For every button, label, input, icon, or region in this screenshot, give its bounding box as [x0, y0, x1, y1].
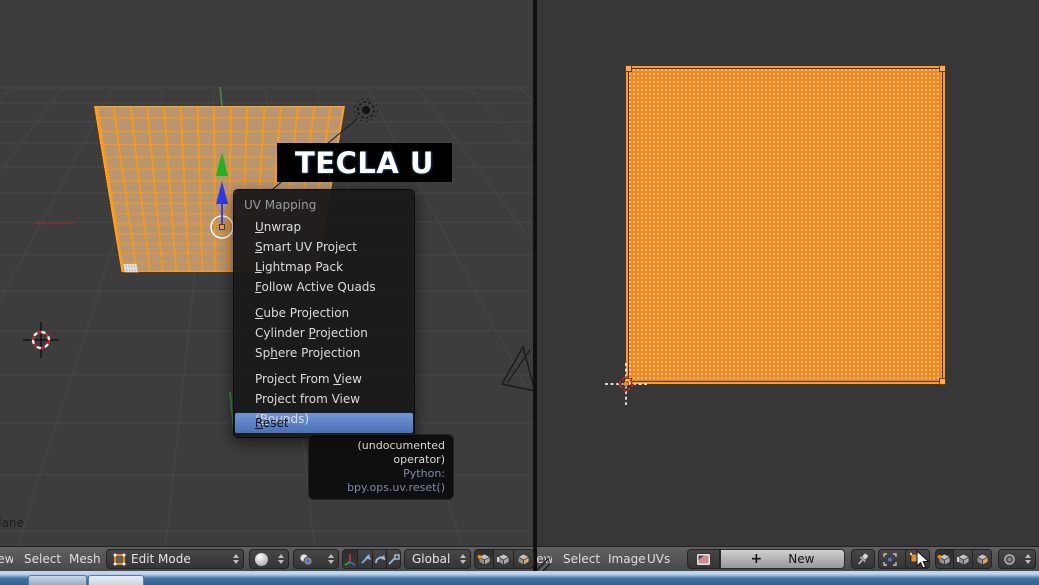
new-image-button[interactable]: + New	[720, 549, 845, 569]
menu-item-cube-projection[interactable]: Cube Projection	[234, 303, 414, 323]
median-point	[220, 225, 225, 230]
edge-select-icon	[956, 552, 971, 566]
translate-icon	[359, 553, 372, 566]
taskbar-window-button[interactable]	[28, 575, 87, 585]
menu-image[interactable]: Image	[608, 547, 646, 572]
uv-overlays	[537, 0, 1039, 546]
sticky-select-icon	[883, 553, 897, 566]
browse-image-button[interactable]	[687, 549, 720, 569]
menu-item-unwrap[interactable]: Unwrap	[234, 217, 414, 237]
vertex-select-icon	[477, 552, 492, 566]
z-arrow-head	[216, 181, 228, 204]
vertex-select-icon	[937, 552, 952, 566]
menu-title: UV Mapping	[234, 195, 414, 217]
pivot-icon	[298, 552, 314, 567]
3d-view-header: View Select Mesh Edit Mode	[0, 546, 533, 571]
viewport-shading-dropdown[interactable]	[249, 549, 289, 569]
face-select-icon	[975, 552, 990, 566]
proportional-edit-icon	[1003, 553, 1016, 566]
tooltip-line2: Python: bpy.ops.uv.reset()	[317, 467, 445, 495]
object-name-label: Plane	[0, 511, 34, 536]
editor-divider[interactable]	[533, 0, 537, 571]
edge-select-icon	[496, 552, 511, 566]
uv-edge-select-button[interactable]	[954, 549, 973, 569]
cursor-2d-icon	[605, 363, 647, 405]
image-icon	[696, 553, 711, 566]
editmode-icon	[112, 552, 127, 567]
y-arrow-head	[216, 152, 228, 176]
3d-viewport[interactable]: TECLA U UV Mapping Unwrap Smart UV Proje…	[0, 0, 533, 546]
os-taskbar	[0, 571, 1039, 585]
menu-item-smart-uv-project[interactable]: Smart UV Project	[234, 237, 414, 257]
edge-select-mode-button[interactable]	[494, 549, 514, 569]
lamp-icon	[355, 99, 378, 122]
mode-label: Edit Mode	[131, 552, 191, 566]
menu-item-lightmap-pack[interactable]: Lightmap Pack	[234, 257, 414, 277]
uv-editor-header: View Select Image UVs + New	[537, 546, 1039, 571]
uv-image-editor[interactable]	[537, 0, 1039, 546]
blender-window: TECLA U UV Mapping Unwrap Smart UV Proje…	[0, 0, 1039, 585]
orientation-label: Global	[412, 552, 450, 566]
resize-grip-icon[interactable]	[537, 556, 550, 571]
menu-uvs[interactable]: UVs	[647, 547, 670, 572]
pivot-dropdown[interactable]	[293, 549, 339, 569]
menu-view[interactable]: View	[0, 547, 13, 572]
uv-mapping-menu: UV Mapping Unwrap Smart UV Project Light…	[233, 189, 415, 438]
viewport-shading-icon	[255, 553, 268, 566]
manipulator-toggle-button[interactable]	[342, 549, 358, 569]
menu-item-project-from-view[interactable]: Project From View	[234, 369, 414, 389]
menu-select[interactable]: Select	[563, 547, 600, 572]
menu-item-reset[interactable]: Reset	[235, 413, 413, 433]
mouse-cursor	[916, 551, 934, 571]
manipulator-axes-icon	[343, 552, 357, 566]
mode-dropdown[interactable]: Edit Mode	[106, 549, 244, 569]
proportional-edit-dropdown[interactable]	[998, 549, 1036, 569]
scale-manipulator-button[interactable]	[387, 549, 401, 569]
camera-icon	[502, 347, 533, 391]
menu-item-sphere-projection[interactable]: Sphere Projection	[234, 343, 414, 363]
cursor-3d-icon	[23, 322, 59, 358]
orientation-dropdown[interactable]: Global	[404, 549, 471, 569]
vertex-select-mode-button[interactable]	[474, 549, 494, 569]
uv-vertex-select-button[interactable]	[935, 549, 954, 569]
menu-mesh[interactable]: Mesh	[69, 547, 101, 572]
pin-icon	[856, 552, 870, 566]
tooltip-line1: (undocumented operator)	[317, 439, 445, 467]
taskbar-window-button[interactable]	[88, 575, 144, 585]
rotate-manipulator-button[interactable]	[373, 549, 387, 569]
rotate-icon	[373, 553, 386, 566]
transform-manipulator	[211, 152, 233, 238]
pin-button[interactable]	[851, 549, 875, 569]
menu-item-project-from-view-bounds[interactable]: Project from View (Bounds)	[234, 389, 414, 409]
new-image-label: New	[788, 552, 814, 566]
translate-manipulator-button[interactable]	[358, 549, 373, 569]
plus-icon: +	[751, 551, 763, 567]
operator-tooltip: (undocumented operator) Python: bpy.ops.…	[308, 434, 454, 500]
menu-item-follow-active-quads[interactable]: Follow Active Quads	[234, 277, 414, 297]
menu-item-cylinder-projection[interactable]: Cylinder Projection	[234, 323, 414, 343]
scale-icon	[387, 553, 400, 566]
caption-overlay: TECLA U	[277, 143, 452, 182]
face-select-icon	[516, 552, 531, 566]
face-select-mode-button[interactable]	[514, 549, 534, 569]
menu-select[interactable]: Select	[24, 547, 61, 572]
uv-face-select-button[interactable]	[973, 549, 992, 569]
